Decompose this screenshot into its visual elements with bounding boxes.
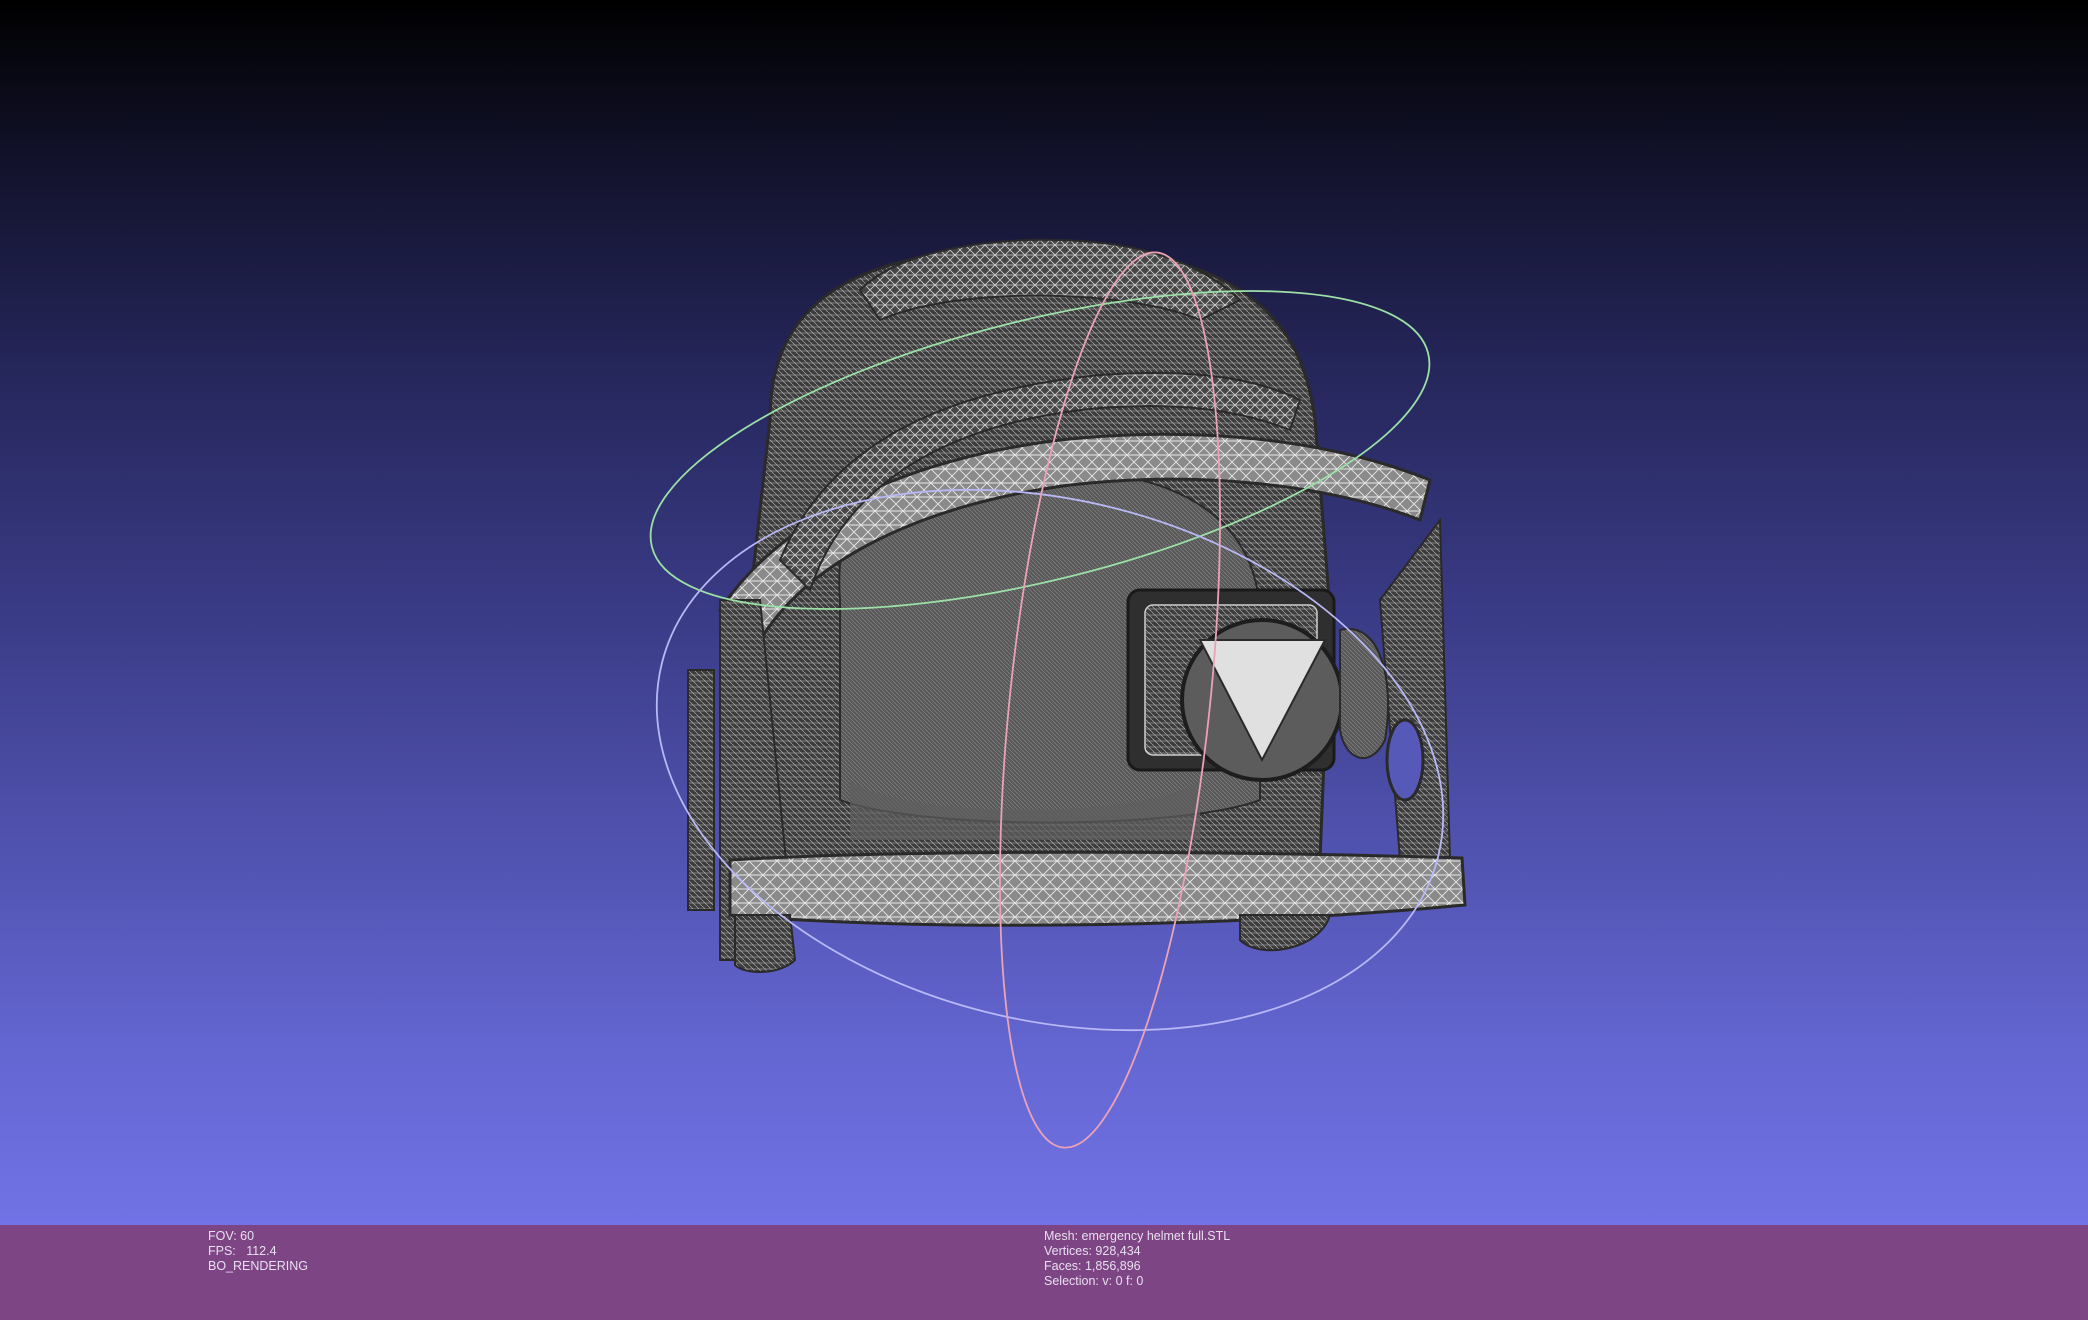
fps-label: FPS: 112.4 (208, 1244, 277, 1258)
render-mode-label: BO_RENDERING (208, 1259, 309, 1273)
helmet-bottom-tab-left (734, 914, 797, 973)
mesh-info: Mesh: emergency helmet full.STL Vertices… (1044, 1229, 1230, 1289)
mesh-render[interactable] (0, 0, 2088, 1225)
helmet-left-hinge (687, 669, 715, 911)
selection-label: Selection: v: 0 f: 0 (1044, 1274, 1144, 1288)
3d-viewport[interactable] (0, 0, 2088, 1225)
helmet-rim-band (728, 850, 1467, 927)
helmet-right-ear-hole (1385, 718, 1425, 802)
helmet-bottom-tab-right (1239, 914, 1332, 952)
vertices-label: Vertices: 928,434 (1044, 1244, 1141, 1258)
helmet-lamp-fin (1339, 627, 1389, 760)
fov-label: FOV: 60 (208, 1229, 255, 1243)
status-bar: FOV: 60 FPS: 112.4 BO_RENDERING Mesh: em… (0, 1225, 2088, 1320)
helmet-right-frame (1378, 517, 1452, 861)
render-info: FOV: 60 FPS: 112.4 BO_RENDERING (208, 1229, 308, 1274)
mesh-name-label: Mesh: emergency helmet full.STL (1044, 1229, 1231, 1243)
helmet-mesh (687, 238, 1467, 973)
faces-label: Faces: 1,856,896 (1044, 1259, 1141, 1273)
